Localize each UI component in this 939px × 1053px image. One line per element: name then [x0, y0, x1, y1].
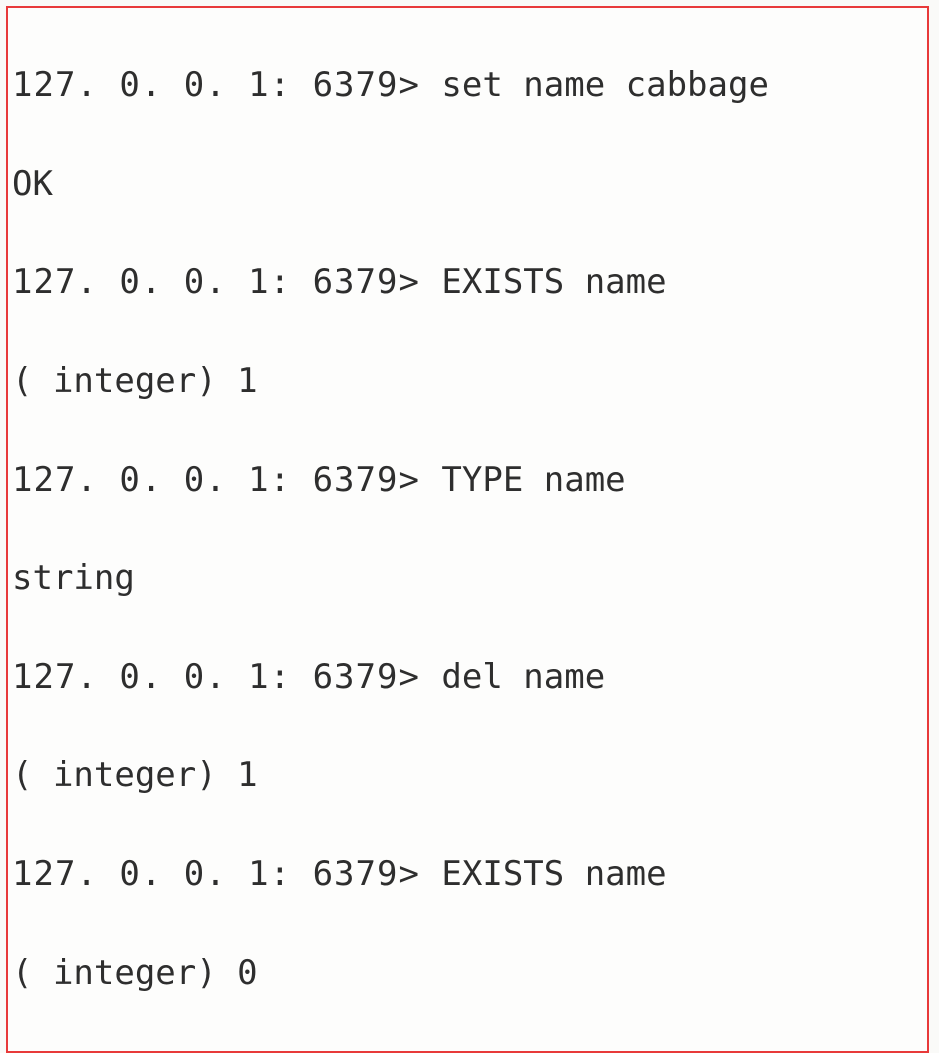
cli-command: EXISTS name [441, 262, 666, 302]
cli-command: del name [441, 657, 605, 697]
cli-command: EXISTS name [441, 854, 666, 894]
cli-prompt: 127. 0. 0. 1: 6379> [12, 65, 441, 105]
cli-response: OK [12, 160, 927, 209]
cli-response: string [12, 554, 927, 603]
cli-response: ( integer) 1 [12, 357, 927, 406]
terminal-line: 127. 0. 0. 1: 6379> TYPE name [12, 456, 927, 505]
terminal-output[interactable]: 127. 0. 0. 1: 6379> set name cabbage OK … [6, 6, 929, 1053]
cli-prompt: 127. 0. 0. 1: 6379> [12, 460, 441, 500]
cli-command: set name cabbage [441, 65, 769, 105]
cli-response: ( integer) 1 [12, 751, 927, 800]
terminal-line: 127. 0. 0. 1: 6379> del name [12, 653, 927, 702]
terminal-line: 127. 0. 0. 1: 6379> EXISTS name [12, 258, 927, 307]
terminal-line: 127. 0. 0. 1: 6379> set name cabbage [12, 61, 927, 110]
cli-response: ( integer) 0 [12, 949, 927, 998]
cli-prompt: 127. 0. 0. 1: 6379> [12, 262, 441, 302]
cli-prompt: 127. 0. 0. 1: 6379> [12, 657, 441, 697]
cli-prompt: 127. 0. 0. 1: 6379> [12, 854, 441, 894]
cli-command: TYPE name [441, 460, 625, 500]
terminal-line: 127. 0. 0. 1: 6379> EXISTS name [12, 850, 927, 899]
